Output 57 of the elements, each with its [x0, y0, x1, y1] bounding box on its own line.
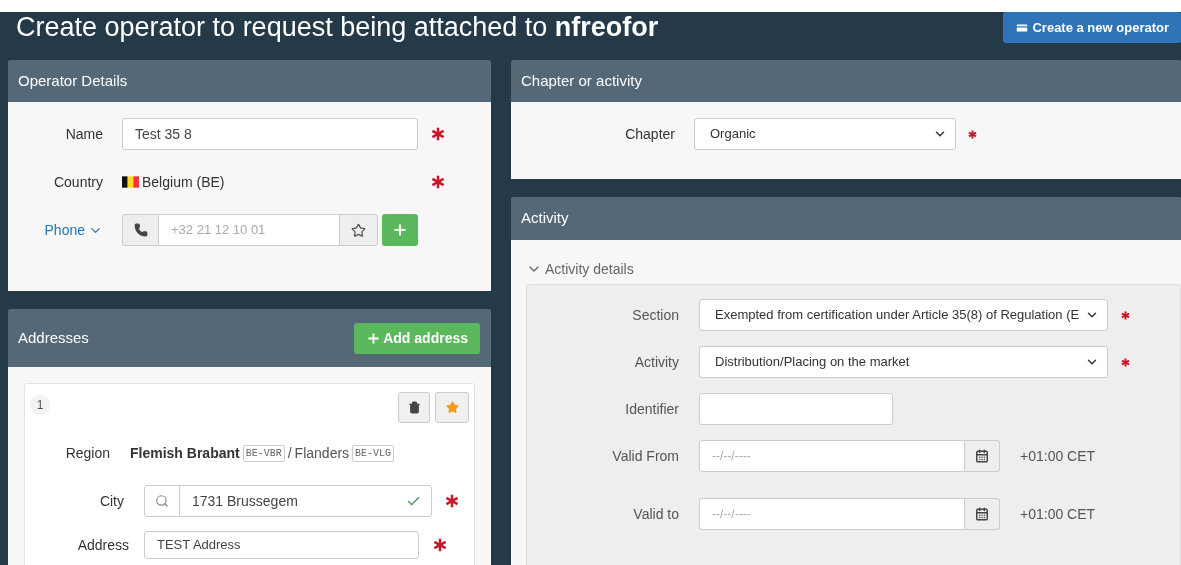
timezone-label: +01:00 CET [1020, 504, 1096, 524]
field-label: Activity [634, 354, 679, 370]
plus-icon [366, 330, 382, 346]
chapter-select[interactable]: Organic [694, 118, 956, 150]
field-label: Identifier [625, 401, 679, 417]
create-operator-button[interactable]: Create a new operator [1003, 12, 1181, 43]
page-title: Create operator to request being attached to nfreofor [16, 12, 659, 42]
identifier-field[interactable] [699, 393, 893, 425]
city-value: 1731 Brussegem [191, 491, 299, 511]
field-label: Section [632, 307, 679, 323]
field-label: Chapter [625, 126, 675, 142]
field-label: Region [65, 445, 110, 461]
trash-icon [407, 401, 421, 414]
panel-title: Chapter or activity [521, 70, 642, 91]
calendar-button[interactable] [965, 498, 1000, 530]
address-field[interactable]: TEST Address [144, 531, 419, 559]
city-field[interactable]: 1731 Brussegem [144, 485, 432, 517]
star-icon [351, 222, 366, 238]
region-code: BE-VLG [352, 444, 395, 462]
country-value: Belgium (BE) [142, 172, 225, 192]
calendar-icon [975, 507, 989, 521]
province-code: BE-VBR [242, 444, 285, 462]
panel-title: Operator Details [18, 70, 128, 91]
star-icon [445, 401, 459, 414]
select-field[interactable]: Distribution/Placing on the market [699, 346, 1108, 378]
calendar-button[interactable] [965, 440, 1000, 472]
timezone-label: +01:00 CET [1020, 446, 1096, 466]
address-value: TEST Address [157, 536, 241, 555]
favorite-addon[interactable] [339, 214, 378, 246]
phone-field[interactable]: +32 21 12 10 01 [159, 214, 339, 246]
field-label: Valid to [633, 506, 679, 522]
flag-icon [122, 176, 139, 188]
field-label: Name [65, 124, 103, 144]
calendar-icon [975, 449, 989, 463]
plus-icon [392, 222, 408, 238]
field-label: Valid From [612, 448, 679, 464]
select-value: Distribution/Placing on the market [715, 353, 911, 372]
phone-dropdown[interactable]: Phone [44, 219, 103, 241]
province-name: Flemish Brabant [130, 443, 240, 463]
separator: / [287, 443, 292, 463]
field-label: Address [77, 537, 129, 553]
phone-icon [133, 223, 148, 237]
search-icon [155, 494, 169, 508]
name-field[interactable]: Test 35 8 [122, 118, 418, 150]
field-label: City [99, 493, 124, 509]
region-name: Flanders [294, 443, 350, 463]
select-field[interactable]: Exempted from certification under Article 35(8) of Regulation (E [699, 299, 1108, 331]
panel-title: Addresses [18, 327, 89, 348]
panel-title: Activity [521, 208, 569, 229]
address-number: 1 [30, 395, 50, 415]
date-field[interactable]: --/--/---- [699, 440, 965, 472]
field-label: Country [53, 172, 103, 192]
select-value: Exempted from certification under Article 35(8) of Regulation (E [715, 306, 1081, 325]
date-field[interactable]: --/--/---- [699, 498, 965, 530]
select-value: Organic [710, 125, 757, 144]
activity-details-toggle[interactable]: Activity details [526, 260, 634, 278]
delete-button[interactable] [398, 392, 430, 423]
